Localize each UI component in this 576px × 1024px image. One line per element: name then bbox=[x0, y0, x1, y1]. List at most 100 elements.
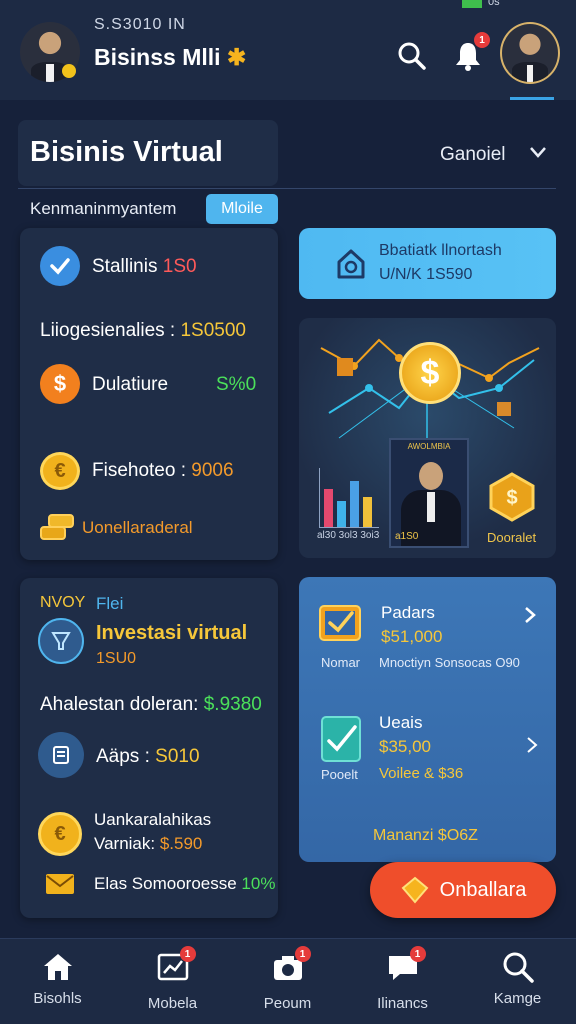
stat-row-1: Stallinis 1S0 bbox=[92, 256, 197, 278]
stat-label-5: Uonellaraderal bbox=[82, 518, 193, 537]
task1-title: Padars bbox=[381, 603, 435, 622]
nav-label-messages: Ilinancs bbox=[377, 995, 428, 1012]
action-line-1: Bbatiatk llnortash bbox=[379, 242, 502, 259]
item-title: Uankaralahikas bbox=[94, 810, 212, 829]
bar bbox=[363, 497, 372, 527]
nav-item-search[interactable]: Kamge bbox=[460, 950, 575, 1024]
euro-coin-icon: € bbox=[38, 812, 82, 856]
primary-cta-button[interactable]: Onballara bbox=[370, 862, 556, 918]
header-divider bbox=[18, 188, 556, 189]
stat-value-3: S%0 bbox=[216, 374, 257, 395]
task2-desc: Voilee & $36 bbox=[379, 765, 464, 782]
chart-caption: al30 3ol3 3oi3 bbox=[317, 530, 380, 541]
stat-row-4: Fisehoteo : 9006 bbox=[92, 460, 234, 482]
section-subtitle: Kenmaninmyantem bbox=[30, 199, 177, 218]
task2-caption: Pooelt bbox=[321, 767, 358, 782]
chevron-down-icon[interactable] bbox=[528, 142, 548, 162]
nav-item-messages[interactable]: 1 Ilinancs bbox=[345, 946, 460, 1024]
check-icon bbox=[40, 246, 80, 286]
item-value: $.590 bbox=[159, 834, 203, 853]
investment-tag-2: Flei bbox=[96, 594, 124, 613]
bar bbox=[350, 481, 359, 527]
apps-label: Aäps : bbox=[96, 746, 150, 767]
stat-label-3: Dulatiure bbox=[92, 374, 169, 395]
stat-label-1: Stallinis bbox=[92, 256, 158, 277]
item-label: Varniak: bbox=[94, 834, 156, 853]
tasks-footer: Mananzi $O6Z bbox=[373, 827, 478, 844]
investment-title: Investasi virtual bbox=[96, 622, 248, 644]
search-icon bbox=[503, 952, 534, 983]
profile-avatar[interactable] bbox=[500, 22, 560, 84]
task1-amount: $51,000 bbox=[381, 627, 443, 646]
stat-label-4: Fisehoteo : bbox=[92, 460, 186, 481]
tasks-card: Padars $51,000 Nomar Mnoctiyn Sonsocas O… bbox=[299, 577, 556, 862]
virtual-action-button[interactable]: Bbatiatk llnortash U/N/K 1S590 bbox=[299, 228, 556, 299]
mini-bar-chart bbox=[319, 468, 379, 528]
app-title: Bisinss Mlli ✱ bbox=[94, 44, 246, 71]
apps-row: Aäps : S010 bbox=[96, 746, 200, 768]
balance-label: Ahalestan doleran: bbox=[40, 694, 199, 715]
footer-value: 10% bbox=[241, 874, 276, 893]
title-spark-icon: ✱ bbox=[226, 44, 247, 70]
category-select[interactable]: Ganoiel bbox=[440, 144, 506, 166]
gem-icon bbox=[401, 876, 429, 904]
bar bbox=[324, 489, 333, 527]
nav-label-search: Kamge bbox=[493, 990, 542, 1007]
task1-desc: Mnoctiyn Sonsocas O90 bbox=[379, 655, 520, 670]
footer-label: Elas Somooroesse bbox=[94, 874, 237, 893]
nav-badge-charts: 1 bbox=[179, 946, 196, 962]
nav-label-camera: Peoum bbox=[263, 995, 312, 1012]
footer-row: Elas Somooroesse 10% bbox=[94, 874, 275, 894]
item-row: Varniak: $.590 bbox=[94, 834, 202, 854]
nav-item-camera[interactable]: 1 Peoum bbox=[230, 946, 345, 1024]
search-button[interactable] bbox=[394, 38, 430, 74]
business-illustration: $ al30 3ol3 3oi3 AWOLMBIA a1S0 $ Doorale… bbox=[299, 318, 556, 558]
top-bar bbox=[0, 0, 576, 100]
investment-icon bbox=[38, 618, 84, 664]
dollar-coin-icon: $ bbox=[40, 364, 80, 404]
task-document-icon bbox=[321, 716, 361, 762]
dollar-coin-large-icon: $ bbox=[399, 342, 461, 404]
task2-title: Ueais bbox=[379, 713, 423, 732]
home-chat-icon bbox=[337, 249, 365, 279]
action-line-2: U/N/K 1S590 bbox=[379, 266, 473, 283]
cta-label: Onballara bbox=[439, 878, 527, 901]
active-indicator bbox=[510, 97, 554, 100]
battery-icon bbox=[462, 0, 482, 8]
mode-pill-button[interactable]: Mloile bbox=[206, 194, 278, 224]
balance-value: $.9380 bbox=[203, 694, 262, 715]
coin-label: Dooralet bbox=[487, 530, 537, 545]
stat-value-2: 1S0500 bbox=[180, 320, 246, 341]
stat-value-1: 1S0 bbox=[162, 256, 197, 277]
task-check-icon bbox=[319, 605, 361, 641]
apps-value: S010 bbox=[155, 746, 200, 767]
page-title: Bisinis Virtual bbox=[30, 136, 223, 168]
notification-badge: 1 bbox=[474, 32, 490, 48]
photo-caption: a1S0 bbox=[395, 531, 419, 542]
home-icon bbox=[43, 954, 72, 980]
svg-text:$: $ bbox=[506, 487, 517, 509]
nav-item-charts[interactable]: 1 Mobela bbox=[115, 946, 230, 1024]
nav-label-home: Bisohls bbox=[33, 990, 82, 1007]
status-text: 0s bbox=[488, 0, 500, 8]
coins-stack-icon bbox=[40, 512, 74, 542]
investment-title-value: 1SU0 bbox=[96, 650, 137, 667]
business-person-photo: AWOLMBIA a1S0 bbox=[389, 438, 469, 548]
avatar-status-dot bbox=[62, 64, 76, 78]
header-small-text: S.S3010 IN bbox=[94, 16, 186, 33]
search-icon bbox=[398, 42, 426, 70]
chevron-right-icon[interactable] bbox=[525, 735, 539, 755]
notifications-button[interactable]: 1 bbox=[450, 32, 490, 76]
investment-tag-1: NVOY bbox=[40, 594, 86, 611]
nav-badge-camera: 1 bbox=[294, 946, 311, 962]
stat-row-2: Liiogesienalies : 1S0500 bbox=[40, 320, 246, 342]
nav-badge-messages: 1 bbox=[409, 946, 426, 962]
bar bbox=[337, 501, 346, 527]
stat-label-2: Liiogesienalies : bbox=[40, 320, 176, 341]
nav-label-charts: Mobela bbox=[147, 995, 198, 1012]
photo-header: AWOLMBIA bbox=[407, 442, 451, 451]
chevron-right-icon[interactable] bbox=[523, 605, 537, 625]
task2-amount: $35,00 bbox=[379, 737, 431, 756]
nav-item-home[interactable]: Bisohls bbox=[0, 950, 115, 1024]
app-title-text: Bisinss Mlli bbox=[94, 44, 221, 70]
